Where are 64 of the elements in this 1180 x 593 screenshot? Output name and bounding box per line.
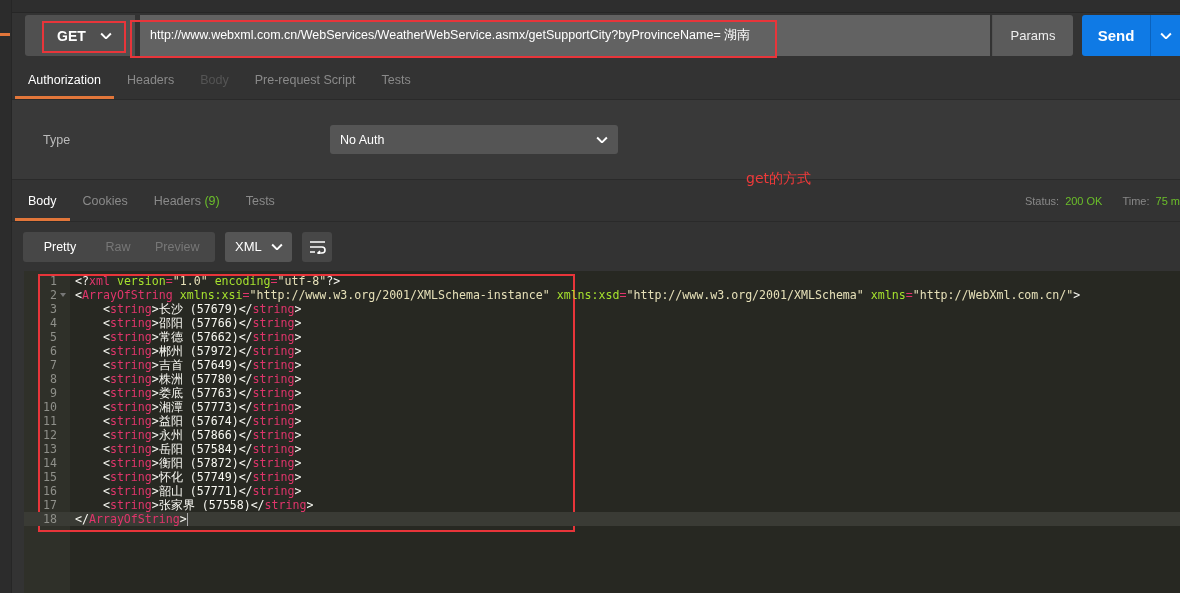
code-editor[interactable] — [24, 271, 1180, 593]
send-options-button[interactable] — [1150, 15, 1180, 56]
code-line: <string>长沙 (57679)</string> — [101, 302, 302, 316]
type-label: Type — [43, 132, 72, 147]
fold-icon[interactable] — [60, 293, 66, 297]
response-tab[interactable]: Tests — [232, 180, 288, 221]
wrap-icon — [308, 239, 326, 254]
line-number: 18 — [42, 512, 57, 526]
line-number: 14 — [42, 456, 57, 470]
code-line: </ArrayOfString> — [75, 512, 188, 526]
status-value: 200 OK — [1065, 194, 1103, 207]
params-button[interactable]: Params — [992, 15, 1073, 56]
method-dropdown[interactable]: GET — [25, 15, 135, 56]
caret-icon — [596, 135, 608, 144]
response-tab[interactable]: Headers (9) — [140, 180, 233, 221]
line-number: 17 — [42, 498, 57, 512]
code-line: <string>益阳 (57674)</string> — [101, 414, 302, 428]
line-number: 6 — [49, 344, 57, 358]
line-number: 9 — [49, 386, 57, 400]
code-line: <string>怀化 (57749)</string> — [101, 470, 302, 484]
code-line: <string>常德 (57662)</string> — [101, 330, 302, 344]
line-number: 2 — [49, 288, 57, 302]
request-tab[interactable]: Headers — [113, 60, 188, 99]
response-tab[interactable]: Body — [15, 180, 70, 221]
code-line: <string>岳阳 (57584)</string> — [101, 442, 302, 456]
caret-icon — [270, 242, 283, 251]
time-label: Time: — [1122, 194, 1150, 207]
code-line: <string>韶山 (57771)</string> — [101, 484, 302, 498]
time-value: 75 m — [1155, 194, 1180, 207]
request-tab[interactable]: Tests — [368, 60, 424, 99]
send-button[interactable]: Send — [1082, 15, 1150, 56]
auth-type-dropdown[interactable]: No Auth — [330, 125, 618, 154]
line-number: 5 — [49, 330, 57, 344]
code-line: <string>株洲 (57780)</string> — [101, 372, 302, 386]
annotation-note: get的方式 — [746, 170, 811, 188]
line-number: 4 — [49, 316, 57, 330]
view-mode-button[interactable]: Pretty — [31, 231, 89, 262]
status-label: Status: — [1024, 194, 1060, 207]
wrap-lines-button[interactable] — [302, 231, 333, 262]
response-tab[interactable]: Cookies — [69, 180, 141, 221]
line-number: 12 — [42, 428, 57, 442]
caret-icon — [1159, 31, 1172, 40]
code-line: <string>娄底 (57763)</string> — [101, 386, 302, 400]
line-number: 1 — [49, 274, 57, 288]
request-tab[interactable]: Pre-request Script — [241, 60, 369, 99]
line-number: 8 — [49, 372, 57, 386]
code-line: <string>吉首 (57649)</string> — [101, 358, 302, 372]
code-line: <string>郴州 (57972)</string> — [101, 344, 302, 358]
line-number: 7 — [49, 358, 57, 372]
line-number: 10 — [42, 400, 57, 414]
code-line: <string>邵阳 (57766)</string> — [101, 316, 302, 330]
line-number: 3 — [49, 302, 57, 316]
code-line: <string>永州 (57866)</string> — [101, 428, 302, 442]
code-line: <string>湘潭 (57773)</string> — [101, 400, 302, 414]
line-number: 15 — [42, 470, 57, 484]
format-dropdown[interactable]: XML — [225, 231, 293, 262]
caret-icon — [99, 31, 112, 40]
line-number: 16 — [42, 484, 57, 498]
line-number: 13 — [42, 442, 57, 456]
side-marker — [0, 33, 10, 36]
code-line: <string>衡阳 (57872)</string> — [101, 456, 302, 470]
code-line: <?xml version="1.0" encoding="utf-8"?> — [75, 274, 341, 288]
code-line: <string>张家界 (57558)</string> — [101, 498, 314, 512]
line-number: 11 — [42, 414, 57, 428]
